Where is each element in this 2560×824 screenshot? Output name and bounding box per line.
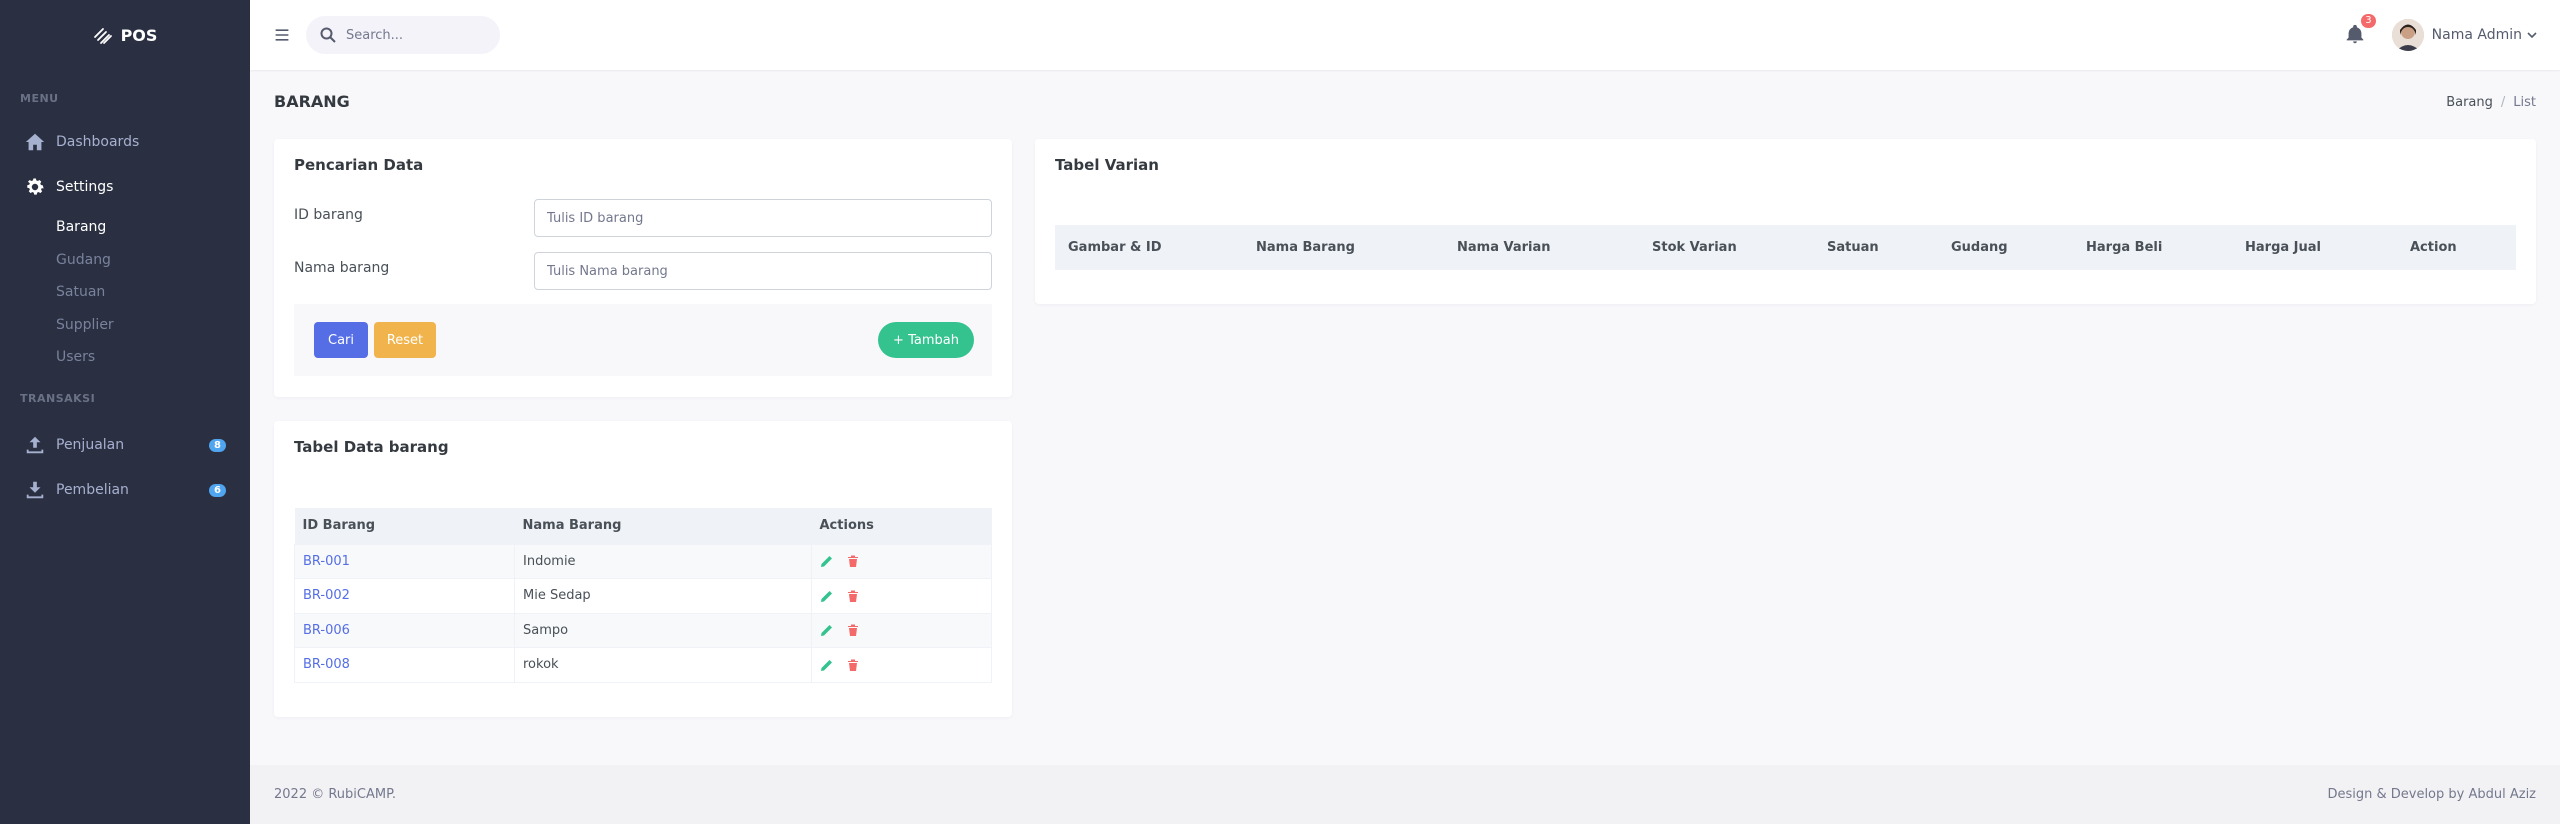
data-barang-title: Tabel Data barang — [294, 438, 449, 456]
column-header: Actions — [811, 508, 992, 545]
barang-id-link[interactable]: BR-008 — [303, 657, 350, 672]
breadcrumb-list: List — [2513, 95, 2536, 110]
user-name[interactable]: Nama Admin — [2432, 27, 2522, 43]
data-barang-table: ID Barang Nama Barang Actions BR-001 Ind… — [294, 508, 992, 683]
data-barang-card: Tabel Data barang ID Barang Nama Barang … — [274, 421, 1012, 717]
chevron-down-icon[interactable] — [2526, 29, 2538, 41]
column-header: Nama Barang — [1256, 240, 1355, 255]
edit-icon[interactable] — [820, 589, 834, 603]
breadcrumb-barang[interactable]: Barang — [2446, 95, 2493, 110]
brand-name: POS — [120, 25, 158, 45]
varian-table-header: Gambar & ID Nama Barang Nama Varian Stok… — [1055, 225, 2516, 270]
barang-id-link[interactable]: BR-006 — [303, 623, 350, 638]
submenu-barang[interactable]: Barang — [0, 211, 250, 244]
barang-name: Indomie — [514, 543, 812, 579]
sidebar-item-label: Penjualan — [56, 437, 125, 453]
user-avatar[interactable] — [2391, 19, 2424, 51]
notification-button[interactable]: 3 — [2344, 14, 2376, 47]
column-header: Harga Beli — [2086, 240, 2163, 255]
column-header: Nama Varian — [1457, 240, 1551, 255]
nama-barang-input[interactable] — [534, 252, 992, 290]
settings-submenu: Barang Gudang Satuan Supplier Users — [0, 209, 250, 378]
column-header: Gambar & ID — [1068, 240, 1162, 255]
edit-icon[interactable] — [820, 554, 834, 568]
sidebar-item-dashboards[interactable]: Dashboards — [0, 119, 250, 164]
footer-credit: Design & Develop by Abdul Aziz — [2327, 787, 2536, 802]
search-card-title: Pencarian Data — [294, 156, 424, 174]
upload-icon — [24, 434, 46, 456]
column-header: Harga Jual — [2245, 240, 2321, 255]
submenu-satuan[interactable]: Satuan — [0, 276, 250, 309]
search-box — [306, 16, 500, 54]
table-row: BR-002 Mie Sedap — [294, 578, 992, 614]
reset-button[interactable]: Reset — [374, 322, 436, 358]
transaksi-section-title: TRANSAKSI — [20, 391, 96, 405]
sidebar-item-label: Settings — [56, 178, 114, 195]
topbar: 3 Nama Admin — [250, 0, 2560, 70]
topbar-right: 3 Nama Admin — [2344, 0, 2560, 70]
table-row: BR-001 Indomie — [294, 543, 992, 579]
tambah-button[interactable]: + Tambah — [878, 322, 974, 358]
footer-copyright: 2022 © RubiCAMP. — [274, 787, 397, 802]
brand-logo[interactable]: POS — [0, 0, 250, 70]
varian-card: Tabel Varian Gambar & ID Nama Barang Nam… — [1035, 139, 2536, 304]
submenu-supplier[interactable]: Supplier — [0, 309, 250, 342]
search-icon — [320, 27, 336, 43]
pembelian-badge: 6 — [209, 483, 226, 497]
column-header: Action — [2410, 240, 2457, 255]
cari-button[interactable]: Cari — [314, 322, 368, 358]
hamburger-menu-icon[interactable] — [272, 25, 292, 45]
delete-icon[interactable] — [846, 589, 860, 603]
bell-icon — [2346, 24, 2363, 44]
column-header: ID Barang — [294, 508, 515, 545]
edit-icon[interactable] — [820, 623, 834, 637]
gear-icon — [24, 176, 46, 198]
sidebar-item-label: Dashboards — [56, 133, 140, 150]
sidebar-item-settings[interactable]: Settings — [0, 164, 250, 209]
barang-id-link[interactable]: BR-001 — [303, 554, 350, 569]
table-header-row: ID Barang Nama Barang Actions — [294, 508, 992, 545]
id-barang-input[interactable] — [534, 199, 992, 237]
varian-card-title: Tabel Varian — [1055, 156, 1159, 174]
submenu-users[interactable]: Users — [0, 341, 250, 374]
notification-count-badge: 3 — [2361, 14, 2376, 28]
column-header: Satuan — [1827, 240, 1879, 255]
download-icon — [24, 479, 46, 501]
sidebar-item-pembelian[interactable]: Pembelian 6 — [0, 468, 250, 513]
barang-id-link[interactable]: BR-002 — [303, 588, 350, 603]
home-icon — [24, 131, 46, 153]
penjualan-badge: 8 — [209, 438, 226, 452]
menu-section-title: MENU — [20, 92, 59, 105]
table-row: BR-006 Sampo — [294, 612, 992, 648]
breadcrumb: Barang / List — [2446, 95, 2536, 110]
logo-icon — [93, 28, 112, 44]
search-input[interactable] — [346, 27, 476, 43]
search-card: Pencarian Data ID barang Nama barang Car… — [274, 139, 1012, 397]
submenu-gudang[interactable]: Gudang — [0, 244, 250, 277]
search-actions-bar: Cari Reset + Tambah — [294, 304, 992, 376]
sidebar-item-label: Pembelian — [56, 482, 129, 498]
nama-barang-label: Nama barang — [294, 260, 390, 276]
barang-name: Mie Sedap — [514, 578, 812, 614]
column-header: Nama Barang — [514, 508, 812, 545]
sidebar: POS MENU Dashboards Settings Barang Guda… — [0, 0, 250, 824]
column-header: Stok Varian — [1652, 240, 1737, 255]
id-barang-label: ID barang — [294, 207, 363, 223]
barang-name: Sampo — [514, 612, 812, 648]
page-title: BARANG — [274, 92, 350, 111]
sidebar-item-penjualan[interactable]: Penjualan 8 — [0, 423, 250, 468]
barang-name: rokok — [514, 647, 812, 683]
breadcrumb-separator: / — [2500, 95, 2506, 110]
delete-icon[interactable] — [846, 554, 860, 568]
edit-icon[interactable] — [820, 658, 834, 672]
delete-icon[interactable] — [846, 658, 860, 672]
table-row: BR-008 rokok — [294, 647, 992, 683]
column-header: Gudang — [1951, 240, 2008, 255]
footer: 2022 © RubiCAMP. Design & Develop by Abd… — [250, 765, 2560, 824]
delete-icon[interactable] — [846, 623, 860, 637]
